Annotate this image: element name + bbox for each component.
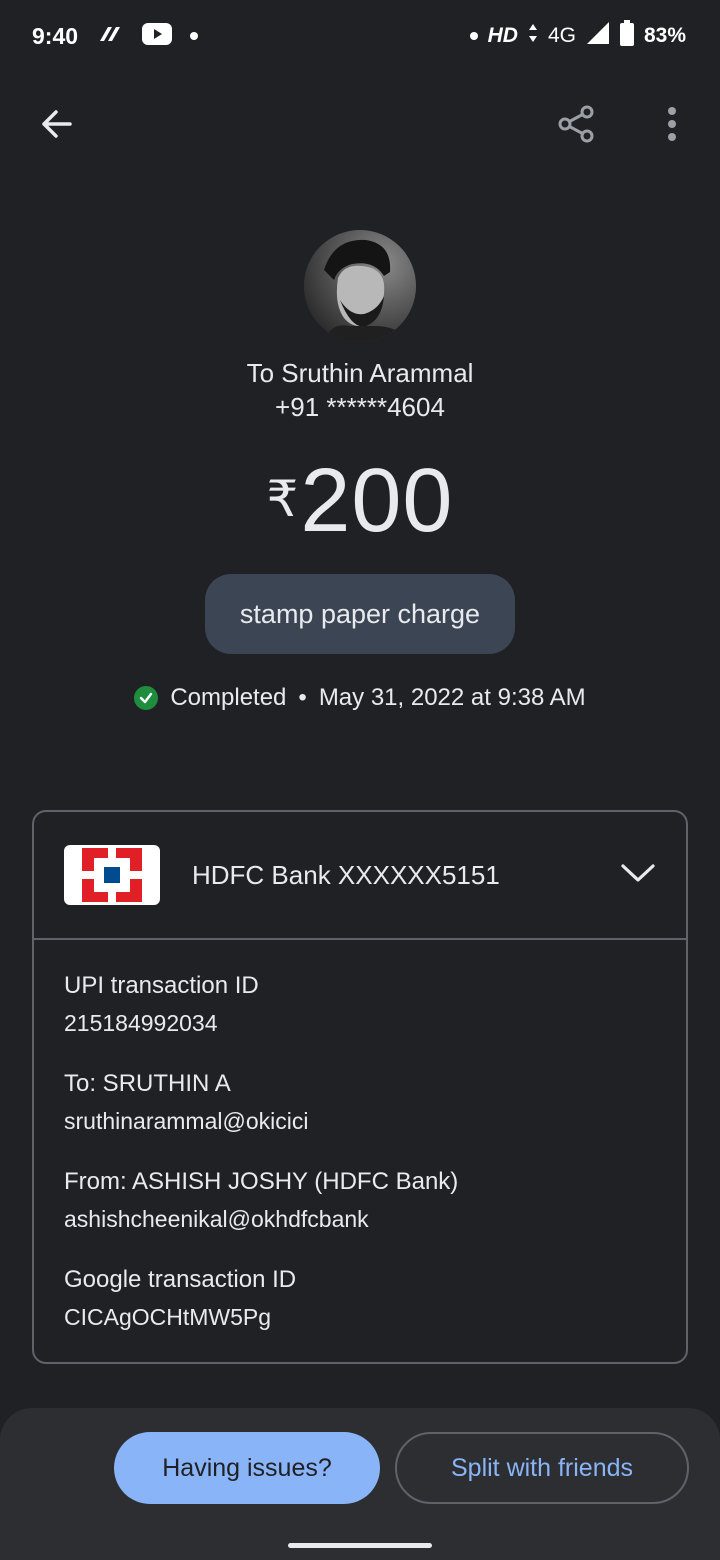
detail-label: Google transaction ID [64, 1266, 297, 1293]
detail-label: To: SRUTHIN A [64, 1070, 231, 1097]
hd-indicator: HD [487, 24, 518, 47]
recipient-name: To Sruthin Arammal [246, 358, 474, 388]
payment-note: stamp paper charge [205, 574, 515, 654]
dot-icon [469, 32, 478, 40]
app-icon [96, 23, 124, 50]
check-circle-icon [134, 686, 159, 710]
data-arrows-icon [528, 23, 538, 49]
detail-label: From: ASHISH JOSHY (HDFC Bank) [64, 1168, 459, 1195]
bank-account-label: HDFC Bank XXXXXX5151 [192, 859, 500, 890]
detail-value: CICAgOCHtMW5Pg [64, 1304, 272, 1330]
youtube-icon [142, 22, 173, 50]
detail-to: To: SRUTHIN A sruthinarammal@okicici [64, 1070, 308, 1135]
having-issues-button[interactable]: Having issues? [114, 1432, 380, 1504]
detail-google-id: Google transaction ID CICAgOCHtMW5Pg [64, 1266, 296, 1331]
notification-dot-icon [190, 32, 199, 40]
detail-value: 215184992034 [64, 1010, 218, 1036]
amount-value: 200 [300, 451, 454, 551]
split-with-friends-button[interactable]: Split with friends [395, 1432, 689, 1504]
detail-from: From: ASHISH JOSHY (HDFC Bank) ashishche… [64, 1168, 458, 1233]
battery-percent: 83% [643, 24, 686, 47]
chevron-down-icon[interactable] [620, 862, 656, 889]
transaction-details-card: HDFC Bank XXXXXX5151 UPI transaction ID … [32, 810, 688, 1364]
network-type: 4G [547, 24, 576, 47]
hdfc-logo [64, 845, 160, 905]
more-options-button[interactable] [646, 100, 698, 152]
status-datetime: May 31, 2022 at 9:38 AM [318, 684, 586, 711]
payment-status: Completed • May 31, 2022 at 9:38 AM [0, 684, 720, 712]
share-icon [556, 104, 596, 149]
back-button[interactable] [30, 100, 82, 152]
top-app-bar [0, 92, 720, 160]
status-bar: 9:40 HD 4G 83% [0, 0, 720, 72]
share-button[interactable] [550, 100, 602, 152]
payment-amount: ₹ 200 [0, 450, 720, 553]
bank-account-row[interactable]: HDFC Bank XXXXXX5151 [34, 812, 686, 940]
back-arrow-icon [38, 106, 74, 147]
status-separator: • [298, 684, 307, 711]
detail-value: sruthinarammal@okicici [64, 1108, 309, 1134]
detail-value: ashishcheenikal@okhdfcbank [64, 1206, 369, 1232]
detail-label: UPI transaction ID [64, 972, 259, 999]
home-indicator[interactable] [288, 1543, 432, 1548]
battery-icon [619, 20, 634, 52]
signal-icon [586, 21, 610, 51]
recipient-phone: +91 ******4604 [275, 392, 445, 422]
bottom-action-bar: Having issues? Split with friends [0, 1408, 720, 1560]
more-vert-icon [667, 106, 677, 147]
detail-upi-id: UPI transaction ID 215184992034 [64, 972, 259, 1037]
status-text: Completed [170, 684, 287, 711]
status-time: 9:40 [32, 22, 79, 49]
currency-symbol: ₹ [266, 471, 299, 527]
recipient-avatar [304, 230, 416, 342]
